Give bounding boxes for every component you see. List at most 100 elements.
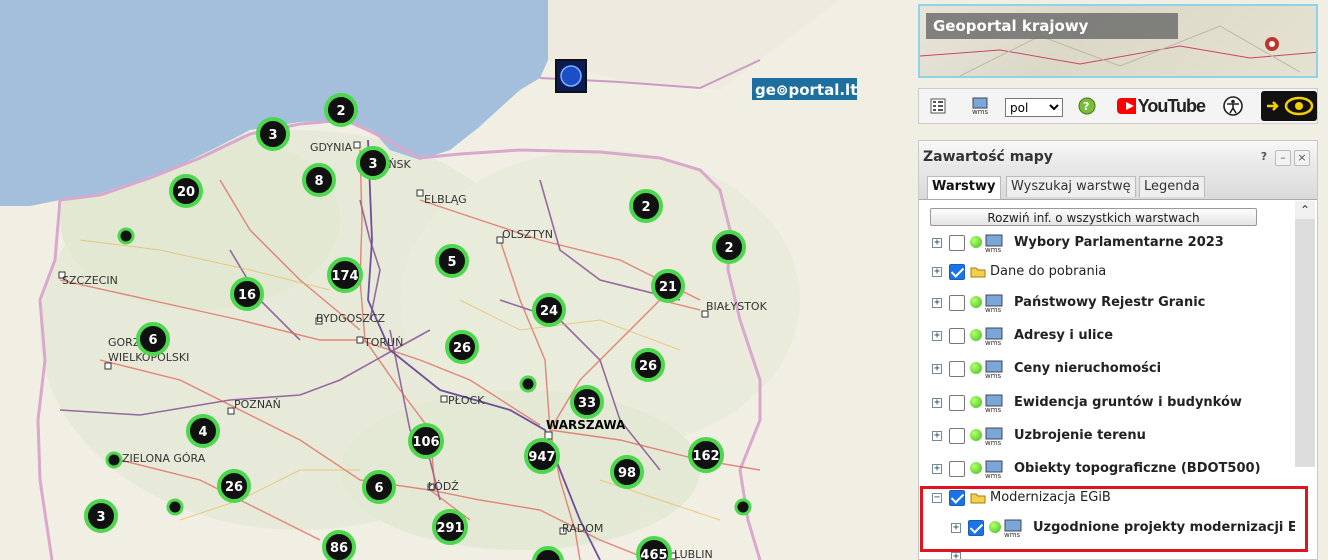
- minimize-icon[interactable]: –: [1275, 150, 1291, 166]
- city-label-plock: PŁOCK: [448, 394, 485, 407]
- scroll-up-icon[interactable]: ⌃: [1295, 201, 1315, 219]
- layer-checkbox[interactable]: [949, 328, 965, 344]
- cluster-marker[interactable]: 26: [445, 330, 479, 364]
- cluster-marker[interactable]: 3: [84, 499, 118, 533]
- expand-icon[interactable]: +: [932, 364, 942, 374]
- cluster-count: 465: [640, 548, 667, 560]
- layer-checkbox[interactable]: [949, 264, 965, 280]
- layer-row[interactable]: + wms Państwowy Rejestr Granic: [919, 292, 1295, 316]
- expand-icon[interactable]: +: [932, 298, 942, 308]
- highlight-box: [920, 486, 1308, 552]
- cluster-marker[interactable]: 8: [302, 163, 336, 197]
- panel-tabs: Warstwy Wyszukaj warstwę Legenda: [919, 169, 1317, 200]
- status-icon: [970, 236, 982, 248]
- cluster-count: 162: [692, 449, 719, 464]
- cluster-marker[interactable]: 947: [524, 438, 560, 474]
- svg-text:wms: wms: [985, 439, 1002, 445]
- cluster-count: 24: [540, 304, 558, 319]
- svg-text:wms: wms: [985, 472, 1002, 478]
- wms-icon: wms: [985, 394, 1003, 412]
- expand-icon[interactable]: +: [951, 552, 961, 559]
- city-label-warszawa: WARSZAWA: [546, 418, 626, 432]
- cluster-marker[interactable]: 6: [362, 470, 396, 504]
- layer-row[interactable]: + wms Ewidencja gruntów i budynków: [919, 392, 1295, 416]
- city-label-radom: RADOM: [562, 522, 603, 535]
- expand-all-button[interactable]: Rozwiń inf. o wszystkich warstwach: [930, 208, 1257, 226]
- cluster-marker[interactable]: 2: [712, 230, 746, 264]
- folder-icon: [970, 267, 986, 278]
- layer-row[interactable]: + wms Adresy i ulice: [919, 325, 1295, 349]
- accessibility-button[interactable]: [1221, 89, 1245, 123]
- svg-text:?: ?: [1083, 100, 1089, 113]
- cluster-marker[interactable]: 33: [570, 385, 604, 419]
- scrollbar[interactable]: [1295, 201, 1315, 467]
- tab-search-layer[interactable]: Wyszukaj warstwę: [1006, 176, 1136, 197]
- expand-icon[interactable]: +: [932, 431, 942, 441]
- cluster-marker[interactable]: 3: [256, 117, 290, 151]
- city-label-bialystok: BIAŁYSTOK: [706, 300, 768, 313]
- tab-layers[interactable]: Warstwy: [927, 176, 1001, 199]
- cluster-marker[interactable]: 21: [651, 269, 685, 303]
- expand-icon[interactable]: +: [932, 238, 942, 248]
- geoportal-lt-link[interactable]: ge⊚portal.lt: [752, 78, 857, 100]
- wms-icon: wms: [985, 360, 1003, 378]
- language-select[interactable]: pol: [1005, 98, 1063, 117]
- layer-row[interactable]: + Dane do pobrania: [919, 261, 1295, 285]
- cluster-count: 20: [177, 185, 195, 200]
- tab-legend[interactable]: Legenda: [1139, 176, 1205, 197]
- svg-text:wms: wms: [972, 108, 989, 115]
- cluster-marker[interactable]: 2: [324, 93, 358, 127]
- layer-checkbox[interactable]: [949, 428, 965, 444]
- geoportal-banner[interactable]: Geoportal krajowy: [918, 4, 1318, 78]
- layer-checkbox[interactable]: [949, 295, 965, 311]
- layer-row[interactable]: + wms Uzbrojenie terenu: [919, 425, 1295, 449]
- view-mode-button[interactable]: [1261, 91, 1317, 121]
- wms-icon: wms: [972, 97, 989, 115]
- close-icon[interactable]: ×: [1294, 150, 1310, 166]
- help-button[interactable]: ?: [1077, 89, 1097, 123]
- cluster-marker[interactable]: 162: [688, 437, 724, 473]
- expand-icon[interactable]: +: [932, 331, 942, 341]
- cluster-marker[interactable]: 20: [169, 174, 203, 208]
- cluster-marker[interactable]: 24: [532, 293, 566, 327]
- cluster-count: 86: [330, 541, 348, 556]
- layer-checkbox[interactable]: [949, 395, 965, 411]
- cluster-marker[interactable]: 4: [186, 414, 220, 448]
- layer-row[interactable]: + wms Wybory Parlamentarne 2023: [919, 232, 1295, 256]
- cluster-marker[interactable]: 26: [217, 469, 251, 503]
- layer-row[interactable]: + wms Obiekty topograficzne (BDOT500): [919, 458, 1295, 482]
- expand-icon[interactable]: +: [932, 464, 942, 474]
- cluster-marker[interactable]: 3: [356, 146, 390, 180]
- expand-icon[interactable]: +: [932, 267, 942, 277]
- help-icon[interactable]: ?: [1257, 150, 1271, 164]
- cluster-count: 3: [268, 128, 277, 143]
- layer-row[interactable]: + wms Ceny nieruchomości: [919, 358, 1295, 382]
- svg-text:wms: wms: [985, 306, 1002, 312]
- cluster-marker[interactable]: 26: [631, 348, 665, 382]
- layer-checkbox[interactable]: [949, 461, 965, 477]
- cluster-marker[interactable]: 6: [136, 322, 170, 356]
- cluster-marker[interactable]: 106: [408, 423, 444, 459]
- cluster-marker[interactable]: 86: [322, 530, 356, 560]
- cluster-marker[interactable]: 291: [432, 509, 468, 545]
- city-label-bydgoszcz: BYDGOSZCZ: [316, 312, 386, 325]
- layer-checkbox[interactable]: [949, 361, 965, 377]
- layer-label: Wybory Parlamentarne 2023: [1014, 235, 1224, 250]
- expand-icon[interactable]: +: [932, 398, 942, 408]
- globe-icon[interactable]: [555, 59, 587, 93]
- eye-icon: [1267, 96, 1314, 116]
- city-label-torun: TORUŃ: [363, 336, 403, 349]
- cluster-marker[interactable]: 465: [636, 536, 672, 560]
- youtube-button[interactable]: YouTube: [1117, 89, 1206, 123]
- cluster-marker[interactable]: 2: [629, 189, 663, 223]
- cluster-marker[interactable]: 174: [327, 257, 363, 293]
- status-icon: [970, 296, 982, 308]
- cluster-count: 3: [96, 510, 105, 525]
- layer-checkbox[interactable]: [949, 235, 965, 251]
- cluster-count: 174: [331, 269, 358, 284]
- cluster-marker[interactable]: 98: [610, 455, 644, 489]
- wms-button[interactable]: wms: [969, 89, 991, 123]
- cluster-marker[interactable]: 16: [230, 277, 264, 311]
- cluster-marker[interactable]: 5: [435, 244, 469, 278]
- layers-list-button[interactable]: [927, 89, 949, 123]
